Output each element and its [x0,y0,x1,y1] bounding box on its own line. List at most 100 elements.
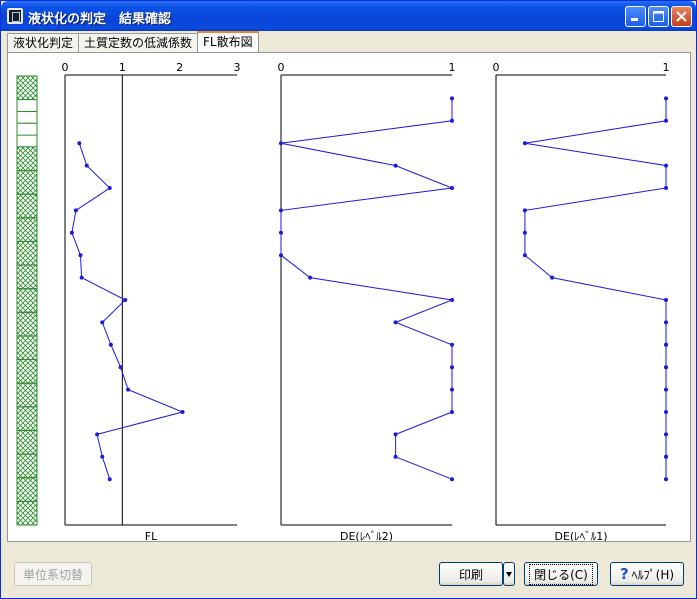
fl-scatter-chart: 0 1 2 3 FL 0 1 DE(ﾚﾍﾞﾙ2) 0 1 DE(ﾚﾍﾞﾙ1) [16,61,670,541]
tab-strip: 液状化判定 土質定数の低減係数 FL散布図 [7,31,259,53]
soil-layer-cell [16,477,38,502]
data-point [664,365,668,370]
data-point [450,342,454,347]
data-point [79,275,84,280]
data-point [522,141,527,146]
help-button[interactable]: ? ﾍﾙﾌﾟ(H) [610,562,684,586]
data-point [664,96,668,101]
data-point [664,320,668,325]
help-button-label: ﾍﾙﾌﾟ(H) [631,567,675,582]
minimize-icon [631,18,638,21]
data-point [450,387,454,392]
data-point [279,208,283,213]
data-point [308,275,313,280]
soil-layer-cell [16,359,38,384]
data-point [107,186,112,190]
data-point [78,253,83,258]
data-point [664,342,668,347]
series-line [280,98,454,480]
unit-switch-button[interactable]: 単位系切替 [14,562,92,586]
data-point [664,298,668,302]
print-button[interactable]: 印刷 [439,562,503,586]
data-point [522,208,527,213]
data-point [95,432,100,437]
soil-layer-cell [16,429,38,455]
data-point [107,477,112,482]
soil-layer-cell [16,311,38,337]
maximize-button[interactable] [648,6,669,27]
data-point [450,365,454,370]
close-icon [676,11,687,22]
dialog-window: 液状化の判定 結果確認 液状化判定 土質定数の低減係数 FL散布図 0 1 2 3 FL… [0,0,697,599]
data-point [108,342,113,347]
data-point [126,387,131,392]
dropdown-arrow-icon [506,572,512,577]
data-point [664,118,668,123]
chart-panel: 0 1 2 3 FL 0 1 DE(ﾚﾍﾞﾙ2) 0 1 DE(ﾚﾍﾞﾙ1) [7,52,691,542]
data-point [393,163,398,168]
maximize-icon [653,11,664,22]
help-icon: ? [619,565,629,583]
tab-liquefaction[interactable]: 液状化判定 [7,33,80,52]
data-point [450,186,454,190]
data-point [73,208,78,213]
x-tick-label: 1 [663,61,670,74]
minimize-button[interactable] [625,6,646,27]
data-point [664,432,668,437]
data-point [279,141,283,146]
data-point [279,230,283,235]
data-point [664,163,668,168]
x-tick-label: 3 [234,61,241,74]
data-point [69,230,74,235]
soil-layer-cell [16,170,38,195]
x-axis-label: DE(ﾚﾍﾞﾙ2) [340,530,393,541]
soil-layer-cell [16,240,38,266]
data-point [664,410,668,414]
soil-layer-cell [16,288,38,313]
close-window-button[interactable] [671,6,692,27]
tab-fl-scatter[interactable]: FL散布図 [197,31,259,52]
x-tick-label: 1 [119,61,126,74]
soil-layer-cell [16,75,38,101]
series-line [71,143,185,480]
app-icon [7,8,23,24]
data-point [450,410,454,414]
data-point [279,253,283,258]
data-point [664,477,668,482]
title-bar[interactable]: 液状化の判定 結果確認 [1,1,696,31]
data-point [100,320,105,325]
data-point [100,454,105,459]
series-line [524,98,667,480]
soil-layer-cell [16,193,38,219]
data-point [77,141,82,146]
x-tick-label: 2 [176,61,183,74]
x-tick-label: 0 [278,61,285,74]
x-tick-label: 1 [449,61,456,74]
tab-reduction-factor[interactable]: 土質定数の低減係数 [78,33,199,52]
data-point [393,454,398,459]
x-axis-label: DE(ﾚﾍﾞﾙ1) [554,530,607,541]
data-point [180,410,185,414]
data-point [84,163,89,168]
data-point [664,387,668,392]
data-point [450,96,454,101]
close-button[interactable]: 閉じる(C) [524,562,598,586]
data-point [664,454,668,459]
data-point [393,320,398,325]
soil-layer-cell [16,406,38,431]
x-axis-label: FL [145,530,158,541]
data-point [393,432,398,437]
data-point [522,253,527,258]
soil-layer-cell [16,382,38,408]
data-point [118,365,123,370]
data-point [450,477,454,482]
data-point [522,230,527,235]
soil-layer-cell [16,264,38,290]
data-point [450,118,454,123]
x-tick-label: 0 [493,61,500,74]
print-dropdown-button[interactable] [503,562,515,586]
data-point [550,275,555,280]
window-title: 液状化の判定 結果確認 [28,12,172,27]
soil-layer-cell [16,335,38,361]
soil-layer-cell [16,453,38,479]
